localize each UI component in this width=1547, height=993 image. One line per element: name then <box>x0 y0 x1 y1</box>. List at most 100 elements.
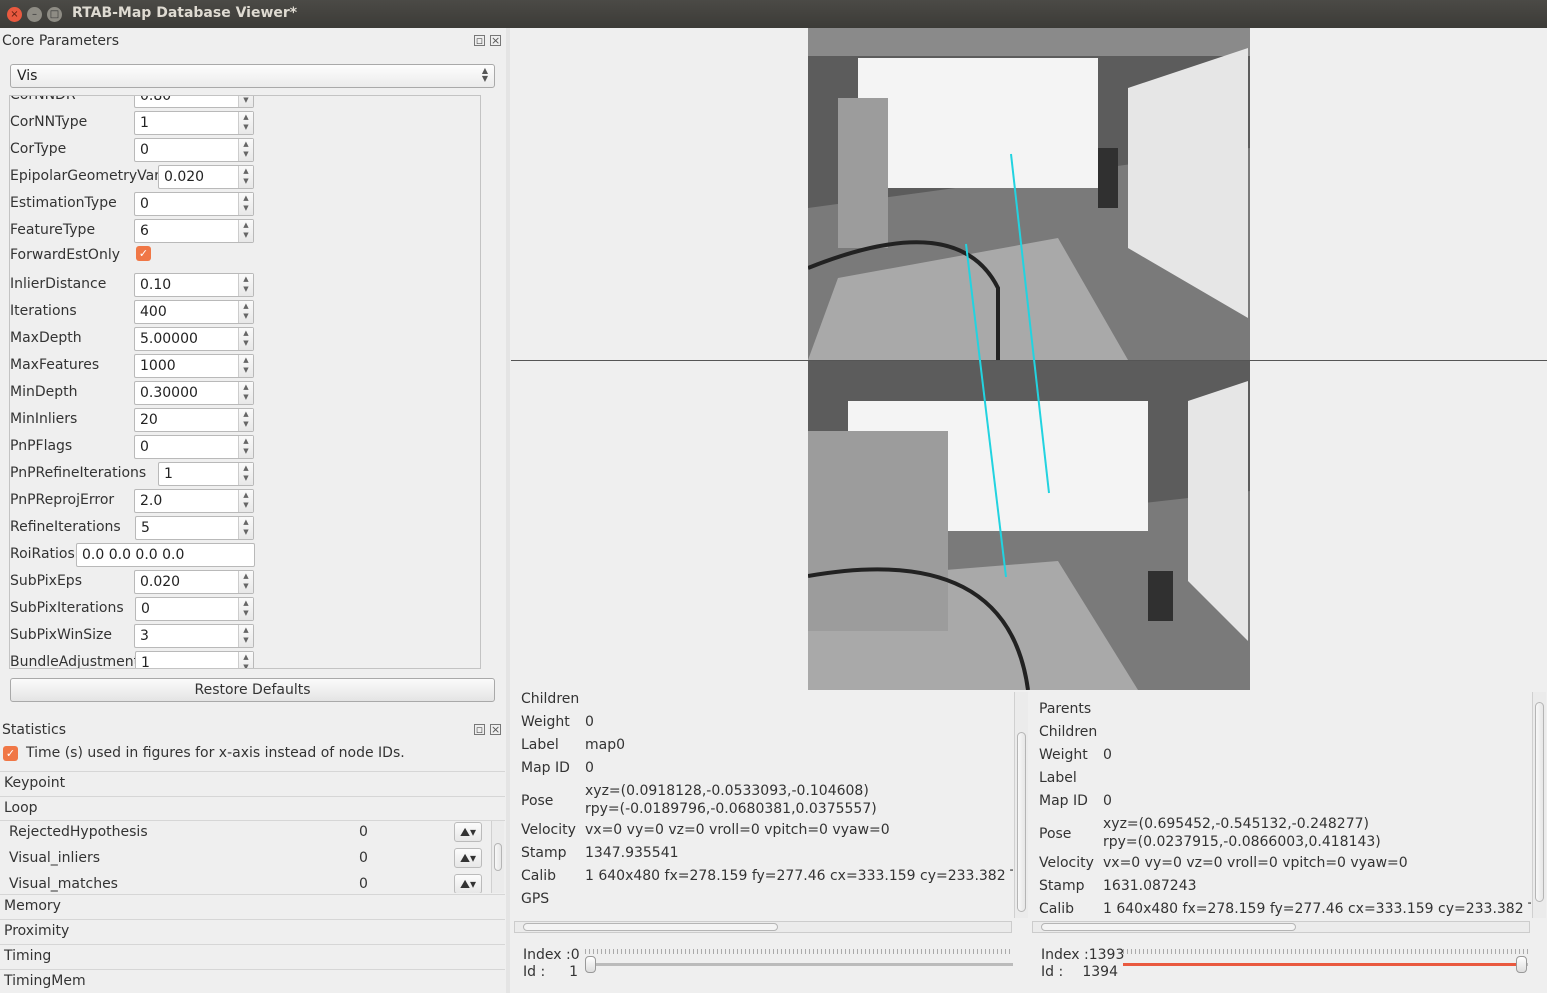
scrollbar-thumb[interactable] <box>523 923 778 931</box>
restore-defaults-button[interactable]: Restore Defaults <box>10 678 495 702</box>
spin-arrows-icon[interactable]: ▲▼ <box>238 409 253 431</box>
section-timingmem[interactable]: TimingMem <box>0 969 505 993</box>
core-parameters-dock-buttons: ▫ × <box>469 34 501 47</box>
param-input[interactable]: 3 ▲ ▼ <box>134 624 254 648</box>
right-info-scrollbar[interactable] <box>1532 692 1546 918</box>
spin-arrows-icon[interactable]: ▲▼ <box>238 274 253 296</box>
section-keypoint[interactable]: Keypoint <box>0 771 505 795</box>
param-input[interactable]: 0.80▲▼ <box>134 96 254 108</box>
stats-scrollbar[interactable] <box>491 821 504 893</box>
param-row: MaxDepth 5.00000 ▲ ▼ <box>10 327 260 351</box>
check-icon[interactable]: ✓ <box>136 246 151 261</box>
param-input[interactable]: 0.020 ▲ ▼ <box>134 570 254 594</box>
info-value: map0 <box>585 737 626 753</box>
spin-arrows-icon[interactable]: ▲▼ <box>238 625 253 647</box>
info-key: Children <box>521 691 580 707</box>
param-value: 0.020 <box>140 574 181 590</box>
section-timing[interactable]: Timing <box>0 944 505 968</box>
param-input[interactable]: 0.30000 ▲ ▼ <box>134 381 254 405</box>
left-node-info: Children Weight 0 Label map0 Map ID 0 Pose xyz=(… <box>511 690 1013 918</box>
scrollbar-thumb[interactable] <box>1535 702 1544 902</box>
param-input[interactable]: 1 ▲ ▼ <box>134 111 254 135</box>
stat-name: Visual_matches <box>9 876 118 892</box>
param-input[interactable]: 1000 ▲ ▼ <box>134 354 254 378</box>
left-index-slider-track[interactable] <box>585 963 1013 966</box>
param-input[interactable]: 0.10 ▲ ▼ <box>134 273 254 297</box>
scrollbar-thumb[interactable] <box>1017 732 1026 912</box>
info-value: vx=0 vy=0 vz=0 vroll=0 vpitch=0 vyaw=0 <box>1103 855 1408 871</box>
param-input[interactable]: 1 ▲ ▼ <box>135 651 254 669</box>
scrollbar-thumb[interactable] <box>1041 923 1296 931</box>
left-index-slider-handle[interactable] <box>585 956 596 973</box>
param-value: 0.0 0.0 0.0 0.0 <box>82 547 185 563</box>
info-value: xyz=(0.0918128,-0.0533093,-0.104608) <box>585 783 869 799</box>
spin-arrows-icon[interactable]: ▲▼ <box>238 517 253 539</box>
combo-arrows-icon: ▲ ▼ <box>481 66 488 83</box>
param-input[interactable]: 2.0 ▲ ▼ <box>134 489 254 513</box>
info-key: Children <box>1039 724 1098 740</box>
float-icon[interactable]: ▫ <box>474 35 485 46</box>
spin-arrows-icon[interactable]: ▲▼ <box>238 139 253 161</box>
spin-arrows-icon[interactable]: ▲▼ <box>238 490 253 512</box>
spin-arrows-icon[interactable]: ▲▼ <box>238 328 253 350</box>
spin-arrows-icon[interactable]: ▲▼ <box>238 382 253 404</box>
section-proximity[interactable]: Proximity <box>0 919 505 943</box>
spin-arrows-icon[interactable]: ▲▼ <box>238 652 253 668</box>
param-input[interactable]: 20 ▲ ▼ <box>134 408 254 432</box>
param-input[interactable]: 0.020 ▲ ▼ <box>158 165 254 189</box>
maximize-icon[interactable]: □ <box>47 7 62 22</box>
close-icon[interactable]: × <box>7 7 22 22</box>
param-input[interactable]: 0 ▲ ▼ <box>134 192 254 216</box>
param-value: 3 <box>140 628 149 644</box>
close-icon[interactable]: × <box>490 35 501 46</box>
param-value: 20 <box>140 412 158 428</box>
section-loop[interactable]: Loop <box>0 796 505 820</box>
param-input[interactable]: 0 ▲ ▼ <box>135 597 254 621</box>
left-info-scrollbar[interactable] <box>1014 692 1028 918</box>
plot-icon[interactable]: ⛰▾ <box>454 848 482 868</box>
feature-match-lines <box>965 153 1050 578</box>
param-row: Iterations 400 ▲ ▼ <box>10 300 260 324</box>
plot-icon[interactable]: ⛰▾ <box>454 822 482 842</box>
spin-arrows-icon[interactable]: ▲▼ <box>238 463 253 485</box>
info-key: GPS <box>521 891 550 907</box>
param-row: CorType 0 ▲ ▼ <box>10 138 260 162</box>
param-label: SubPixIterations <box>10 600 124 616</box>
spin-arrows-icon[interactable]: ▲▼ <box>238 96 253 107</box>
param-input[interactable]: 5 ▲ ▼ <box>135 516 254 540</box>
spin-arrows-icon[interactable]: ▲▼ <box>238 220 253 242</box>
left-info-hscrollbar[interactable] <box>514 921 1012 933</box>
section-memory[interactable]: Memory <box>0 894 505 918</box>
param-input[interactable]: 400 ▲ ▼ <box>134 300 254 324</box>
info-key: Pose <box>1039 826 1072 842</box>
right-index-slider-handle[interactable] <box>1516 956 1527 973</box>
param-input[interactable]: 0 ▲ ▼ <box>134 435 254 459</box>
param-input[interactable]: 0 ▲ ▼ <box>134 138 254 162</box>
param-input[interactable]: 1 ▲ ▼ <box>158 462 254 486</box>
spin-arrows-icon[interactable]: ▲▼ <box>238 355 253 377</box>
scrollbar-thumb[interactable] <box>494 843 502 871</box>
vertical-splitter[interactable] <box>506 28 510 993</box>
info-value: 1 640x480 fx=278.159 fy=277.46 cx=333.15… <box>1103 901 1531 917</box>
minimize-icon[interactable]: – <box>27 7 42 22</box>
right-info-hscrollbar[interactable] <box>1032 921 1530 933</box>
param-input[interactable]: 0.0 0.0 0.0 0.0 <box>76 543 255 567</box>
spin-arrows-icon[interactable]: ▲▼ <box>238 301 253 323</box>
param-input[interactable]: 6 ▲ ▼ <box>134 219 254 243</box>
close-icon[interactable]: × <box>490 724 501 735</box>
spin-arrows-icon[interactable]: ▲▼ <box>238 571 253 593</box>
spin-arrows-icon[interactable]: ▲▼ <box>238 166 253 188</box>
param-value: 0.10 <box>140 277 172 293</box>
param-input[interactable]: 5.00000 ▲ ▼ <box>134 327 254 351</box>
param-label: MinInliers <box>10 411 78 427</box>
spin-arrows-icon[interactable]: ▲▼ <box>238 112 253 134</box>
parameter-group-combo[interactable]: Vis ▲ ▼ <box>10 64 495 88</box>
plot-icon[interactable]: ⛰▾ <box>454 874 482 893</box>
spin-arrows-icon[interactable]: ▲▼ <box>238 193 253 215</box>
spin-arrows-icon[interactable]: ▲▼ <box>238 436 253 458</box>
param-value: 0 <box>140 196 149 212</box>
float-icon[interactable]: ▫ <box>474 724 485 735</box>
check-icon[interactable]: ✓ <box>3 746 18 761</box>
spin-arrows-icon[interactable]: ▲▼ <box>238 598 253 620</box>
param-value: 1 <box>141 655 150 669</box>
